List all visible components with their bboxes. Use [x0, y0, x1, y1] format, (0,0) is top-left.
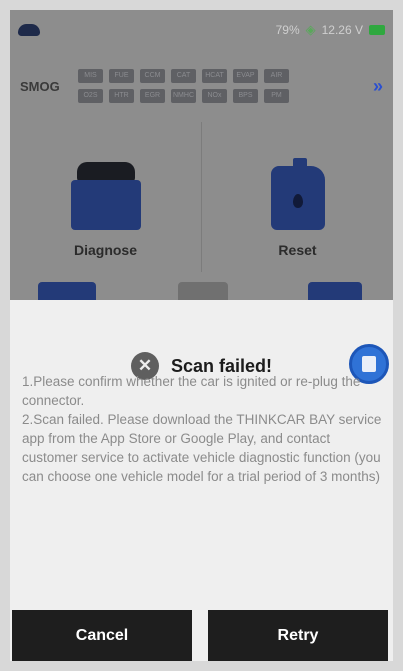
- function-icon[interactable]: [38, 282, 96, 300]
- reset-icon: [267, 158, 329, 230]
- wifi-icon: ◈: [305, 22, 316, 37]
- reset-tile[interactable]: Reset: [201, 122, 393, 272]
- retry-button[interactable]: Retry: [208, 610, 388, 661]
- diagnose-icon: [69, 158, 143, 230]
- smog-monitor-row[interactable]: SMOG MIS FUE CCM CAT HCAT EVAP AIR O2S H…: [10, 58, 393, 114]
- voltage-readout: 12.26 V: [321, 23, 363, 37]
- monitor-cell: AIR: [264, 69, 289, 83]
- monitor-cell: FUE: [109, 69, 134, 83]
- monitor-cell: CCM: [140, 69, 165, 83]
- monitor-cell: EVAP: [233, 69, 258, 83]
- monitor-cell: O2S: [78, 89, 103, 103]
- app-background: 79% ◈ 12.26 V SMOG MIS FUE CCM CAT HCAT …: [10, 10, 393, 300]
- function-grid: Diagnose Reset: [10, 122, 393, 272]
- diagnose-label: Diagnose: [73, 242, 137, 258]
- monitor-cell: PM: [264, 89, 289, 103]
- monitor-cell: NMHC: [171, 89, 196, 103]
- status-indicators: 79% ◈ 12.26 V: [276, 22, 385, 38]
- cancel-button[interactable]: Cancel: [12, 610, 192, 661]
- car-icon: [18, 24, 40, 36]
- monitor-cell: BPS: [233, 89, 258, 103]
- monitor-cell: MIS: [78, 69, 103, 83]
- function-icon[interactable]: [178, 282, 228, 300]
- battery-percent: 79%: [275, 23, 300, 37]
- double-chevron-right-icon[interactable]: »: [373, 76, 383, 97]
- scan-failed-dialog: ✕ Scan failed! 1.Please confirm whether …: [10, 300, 393, 661]
- function-icon[interactable]: [308, 282, 362, 300]
- monitor-cell: HTR: [109, 89, 134, 103]
- diagnose-tile[interactable]: Diagnose: [10, 122, 201, 272]
- monitor-cell: HCAT: [202, 69, 227, 83]
- monitor-cell: NOx: [202, 89, 227, 103]
- more-functions-row: [10, 278, 393, 300]
- smog-label: SMOG: [20, 78, 60, 94]
- status-bar: 79% ◈ 12.26 V: [10, 10, 393, 50]
- reset-label: Reset: [278, 242, 317, 258]
- monitor-cell: EGR: [140, 89, 165, 103]
- monitor-grid: MIS FUE CCM CAT HCAT EVAP AIR O2S HTR EG…: [78, 69, 289, 103]
- monitor-cell: CAT: [171, 69, 196, 83]
- dialog-message: 1.Please confirm whether the car is igni…: [22, 374, 382, 484]
- battery-icon: [369, 25, 385, 35]
